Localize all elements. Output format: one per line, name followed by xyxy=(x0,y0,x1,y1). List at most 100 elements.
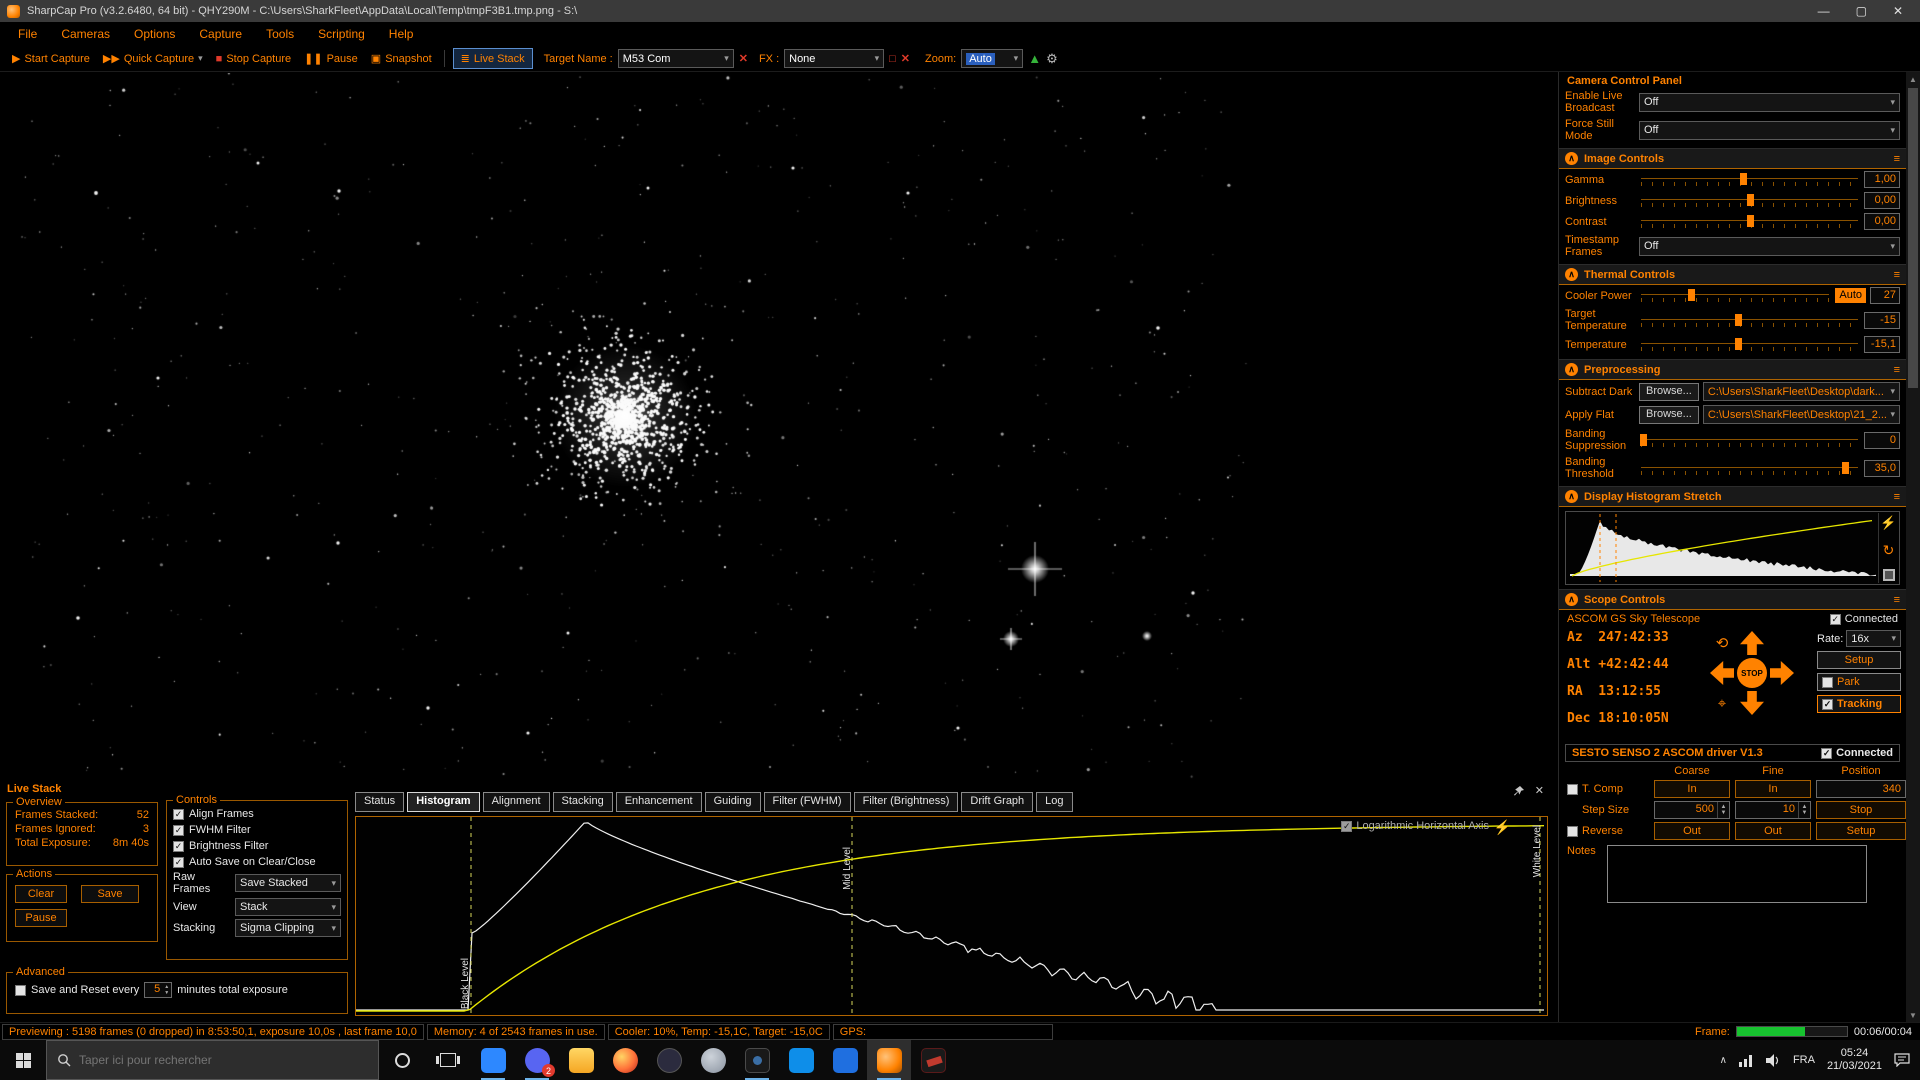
menu-tools[interactable]: Tools xyxy=(254,23,306,45)
target-name-combo[interactable]: M53 Com ▾ xyxy=(618,49,734,68)
fine-out-button[interactable]: Out xyxy=(1735,822,1811,840)
tab-guiding[interactable]: Guiding xyxy=(705,792,761,812)
apply-flat-path-combo[interactable]: C:\Users\SharkFleet\Desktop\21_2... ▾ xyxy=(1703,405,1900,424)
taskbar-app-sharpcap[interactable] xyxy=(867,1040,911,1080)
taskbar-app-teamviewer[interactable] xyxy=(779,1040,823,1080)
zoom-combo[interactable]: Auto ▾ xyxy=(961,49,1023,68)
section-menu-icon[interactable]: ≡ xyxy=(1894,269,1900,281)
tray-expand-icon[interactable]: ∧ xyxy=(1720,1055,1727,1066)
rate-combo[interactable]: 16x ▾ xyxy=(1846,630,1901,647)
contrast-slider[interactable] xyxy=(1639,214,1860,229)
cooler-power-value[interactable]: 27 xyxy=(1870,287,1900,304)
notes-textarea[interactable] xyxy=(1607,845,1867,903)
force-still-mode-combo[interactable]: Off ▾ xyxy=(1639,121,1900,140)
clear-target-icon[interactable]: ✕ xyxy=(739,52,748,65)
gamma-value[interactable]: 1,00 xyxy=(1864,171,1900,188)
volume-icon[interactable] xyxy=(1766,1054,1781,1067)
save-stretch-icon[interactable] xyxy=(1883,569,1895,581)
taskbar-app-messaging[interactable] xyxy=(471,1040,515,1080)
scope-controls-header[interactable]: ∧ Scope Controls ≡ xyxy=(1559,589,1906,610)
fx-area-icon[interactable]: □ xyxy=(889,53,896,65)
brightness-value[interactable]: 0,00 xyxy=(1864,192,1900,209)
image-display-area[interactable] xyxy=(0,72,1556,780)
search-input[interactable] xyxy=(79,1053,339,1067)
tab-filter-fwhm[interactable]: Filter (FWHM) xyxy=(764,792,851,812)
slew-right-button[interactable] xyxy=(1770,661,1794,685)
brightness-filter-checkbox[interactable] xyxy=(173,841,184,852)
collapse-icon[interactable]: ∧ xyxy=(1565,363,1578,376)
gamma-slider[interactable] xyxy=(1639,172,1860,187)
subtract-dark-path-combo[interactable]: C:\Users\SharkFleet\Desktop\dark... ▾ xyxy=(1703,382,1900,401)
section-menu-icon[interactable]: ≡ xyxy=(1894,153,1900,165)
section-menu-icon[interactable]: ≡ xyxy=(1894,364,1900,376)
brightness-slider[interactable] xyxy=(1639,193,1860,208)
tray-clock[interactable]: 05:24 21/03/2021 xyxy=(1827,1047,1882,1073)
park-button[interactable]: Park xyxy=(1817,673,1901,691)
auto-save-checkbox[interactable] xyxy=(173,857,184,868)
display-histogram-stretch-header[interactable]: ∧ Display Histogram Stretch ≡ xyxy=(1559,486,1906,507)
pause-button[interactable]: ❚❚ Pause xyxy=(300,50,362,67)
taskbar-app-astro-tool[interactable] xyxy=(911,1040,955,1080)
taskbar-app-obs[interactable] xyxy=(647,1040,691,1080)
section-menu-icon[interactable]: ≡ xyxy=(1894,594,1900,606)
fx-combo[interactable]: None ▾ xyxy=(784,49,884,68)
coarse-out-button[interactable]: Out xyxy=(1654,822,1730,840)
camera-panel-scrollbar[interactable]: ▲ ▼ xyxy=(1906,72,1920,1022)
taskbar-app-firefox[interactable] xyxy=(603,1040,647,1080)
network-icon[interactable] xyxy=(1739,1054,1754,1067)
park-checkbox[interactable] xyxy=(1822,677,1833,688)
tab-drift-graph[interactable]: Drift Graph xyxy=(961,792,1033,812)
align-frames-checkbox[interactable] xyxy=(173,809,184,820)
snapshot-button[interactable]: ▣ Snapshot xyxy=(367,50,436,67)
banding-suppression-value[interactable]: 0 xyxy=(1864,432,1900,449)
menu-scripting[interactable]: Scripting xyxy=(306,23,377,45)
tab-status[interactable]: Status xyxy=(355,792,404,812)
target-temperature-value[interactable]: -15 xyxy=(1864,312,1900,329)
contrast-value[interactable]: 0,00 xyxy=(1864,213,1900,230)
collapse-icon[interactable]: ∧ xyxy=(1565,593,1578,606)
minimize-button[interactable]: — xyxy=(1818,4,1830,18)
fine-in-button[interactable]: In xyxy=(1735,780,1811,798)
focuser-stop-button[interactable]: Stop xyxy=(1816,801,1906,819)
settings-gear-icon[interactable]: ⚙ xyxy=(1046,51,1058,67)
t-comp-checkbox[interactable] xyxy=(1567,784,1578,795)
task-view-button[interactable] xyxy=(425,1040,471,1080)
fx-clear-icon[interactable]: ✕ xyxy=(901,52,910,65)
stack-histogram-graph[interactable]: Logarithmic Horizontal Axis ⚡ White Leve… xyxy=(355,816,1548,1016)
banding-threshold-value[interactable]: 35,0 xyxy=(1864,460,1900,477)
collapse-icon[interactable]: ∧ xyxy=(1565,490,1578,503)
menu-cameras[interactable]: Cameras xyxy=(49,23,122,45)
cortana-button[interactable] xyxy=(379,1040,425,1080)
auto-stretch-lightning-icon[interactable]: ⚡ xyxy=(1494,819,1511,836)
view-combo[interactable]: Stack▾ xyxy=(235,898,341,916)
banding-threshold-slider[interactable] xyxy=(1639,461,1860,476)
menu-file[interactable]: File xyxy=(6,23,49,45)
taskbar-app-photos[interactable] xyxy=(823,1040,867,1080)
tab-alignment[interactable]: Alignment xyxy=(483,792,550,812)
stop-capture-button[interactable]: ■ Stop Capture xyxy=(212,51,295,67)
focuser-position-value[interactable]: 340 xyxy=(1816,780,1906,798)
slew-stop-button[interactable]: STOP xyxy=(1737,658,1767,688)
spinner-arrows-icon[interactable]: ▲▼ xyxy=(162,983,171,997)
apply-flat-browse-button[interactable]: Browse... xyxy=(1639,406,1699,424)
coarse-in-button[interactable]: In xyxy=(1654,780,1730,798)
reset-stretch-icon[interactable]: ↻ xyxy=(1883,542,1895,559)
maximize-button[interactable]: ▢ xyxy=(1856,4,1867,18)
image-controls-header[interactable]: ∧ Image Controls ≡ xyxy=(1559,148,1906,169)
tab-log[interactable]: Log xyxy=(1036,792,1072,812)
taskbar-app-explorer[interactable] xyxy=(559,1040,603,1080)
minutes-spinner[interactable]: 5▲▼ xyxy=(144,982,172,998)
scroll-up-icon[interactable]: ▲ xyxy=(1906,72,1920,86)
scrollbar-thumb[interactable] xyxy=(1908,88,1918,388)
save-button[interactable]: Save xyxy=(81,885,139,903)
fwhm-filter-checkbox[interactable] xyxy=(173,825,184,836)
auto-stretch-lightning-icon[interactable]: ⚡ xyxy=(1880,515,1896,531)
tab-histogram[interactable]: Histogram xyxy=(407,792,479,812)
scope-setup-button[interactable]: Setup xyxy=(1817,651,1901,669)
meridian-flip-icon[interactable]: ⟲ xyxy=(1716,634,1729,652)
preprocessing-header[interactable]: ∧ Preprocessing ≡ xyxy=(1559,359,1906,380)
menu-help[interactable]: Help xyxy=(377,23,426,45)
tab-enhancement[interactable]: Enhancement xyxy=(616,792,702,812)
taskbar-app-camera[interactable] xyxy=(735,1040,779,1080)
scope-connected-checkbox[interactable] xyxy=(1830,614,1841,625)
